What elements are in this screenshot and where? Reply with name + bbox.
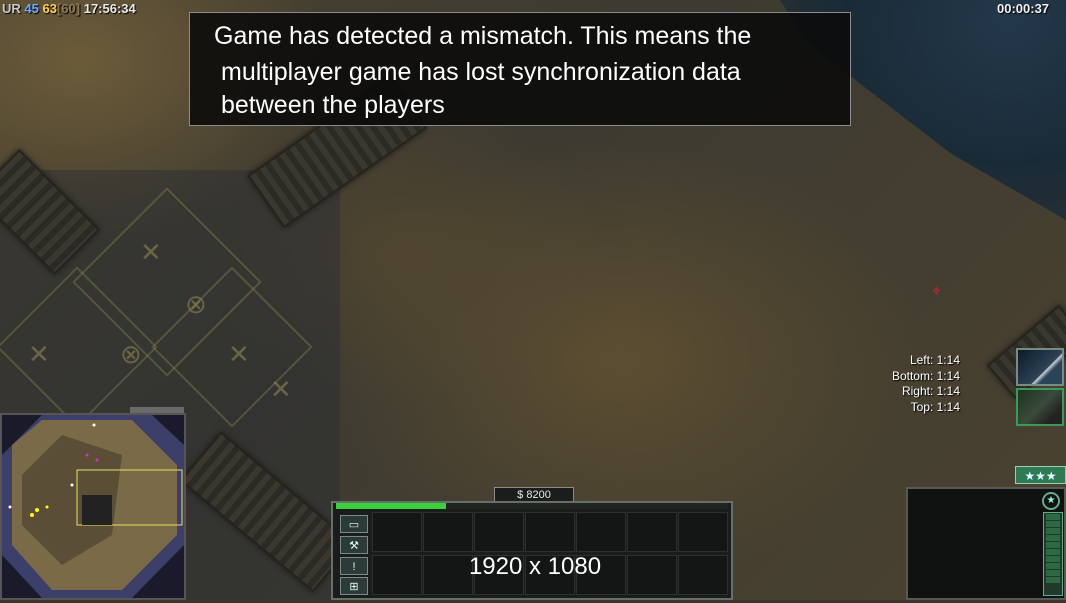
message-line: Game has detected a mismatch. This means… [214, 22, 752, 50]
bound-bottom: Bottom: 1:14 [891, 368, 960, 383]
bound-right: Right: 1:14 [901, 384, 960, 398]
stat-value: 45 [24, 1, 39, 16]
command-slot[interactable] [372, 555, 422, 595]
alert-button[interactable]: ! [340, 557, 368, 575]
repair-button[interactable]: ⚒ [340, 536, 368, 554]
command-slot[interactable] [372, 512, 422, 552]
pad-x-marker: ✕ [228, 340, 250, 370]
power-segment [1046, 549, 1060, 555]
ur-label: UR [2, 1, 21, 16]
satellite-cameo[interactable] [1016, 348, 1064, 386]
stat-value: [60] [56, 1, 81, 16]
bound-top: Top: 1:14 [910, 399, 960, 414]
options-button[interactable]: ⊞ [340, 577, 368, 595]
command-slot[interactable] [423, 512, 473, 552]
power-segment [1046, 542, 1060, 548]
stat-value: 63 [42, 1, 57, 16]
bound-left: Left: 1:14 [909, 353, 960, 367]
power-segment [1046, 570, 1060, 576]
resolution-label: 1920 x 1080 [468, 553, 602, 580]
rank-stars: ★★★ [1015, 466, 1066, 484]
command-slot[interactable] [627, 512, 677, 552]
structure-cameo[interactable] [1016, 388, 1064, 426]
select-all-button[interactable]: ▭ [340, 515, 368, 533]
target-reticle-icon: ⌖ [932, 283, 942, 300]
pad-x-marker: ⊗ [185, 290, 207, 320]
command-slot[interactable] [678, 512, 728, 552]
map-bounds-readout: Left: 1:14 Bottom: 1:14 Right: 1:14 Top:… [860, 353, 960, 415]
pad-x-marker: ✕ [140, 238, 162, 268]
power-segment [1046, 521, 1060, 527]
game-timer: 00:00:37 [997, 1, 1050, 16]
message-line: between the players [221, 91, 445, 119]
power-meter [1043, 512, 1063, 596]
build-progress-fill [336, 503, 446, 509]
command-slot[interactable] [525, 512, 575, 552]
star-emblem-icon: ★ [1042, 492, 1060, 510]
command-slot[interactable] [678, 555, 728, 595]
mismatch-message-box: Game has detected a mismatch. This means… [189, 12, 851, 126]
pad-x-marker: ⊗ [120, 340, 142, 370]
build-progress-bar [336, 503, 728, 509]
message-line: multiplayer game has lost synchronizatio… [221, 58, 741, 86]
time-of-day: 17:56:34 [83, 1, 136, 16]
power-segment [1046, 535, 1060, 541]
pad-x-marker: ✕ [28, 340, 50, 370]
power-segment [1046, 556, 1060, 562]
minimap[interactable] [0, 413, 186, 600]
minimap-image [2, 415, 184, 598]
pad-x-marker: ✕ [270, 375, 292, 405]
power-segment [1046, 528, 1060, 534]
power-segment [1046, 563, 1060, 569]
player-stats: UR 45 63[60] 17:56:34 [2, 1, 136, 16]
command-slot[interactable] [576, 512, 626, 552]
power-segment [1046, 514, 1060, 520]
power-segment [1046, 577, 1060, 583]
command-slot[interactable] [627, 555, 677, 595]
command-slot[interactable] [474, 512, 524, 552]
